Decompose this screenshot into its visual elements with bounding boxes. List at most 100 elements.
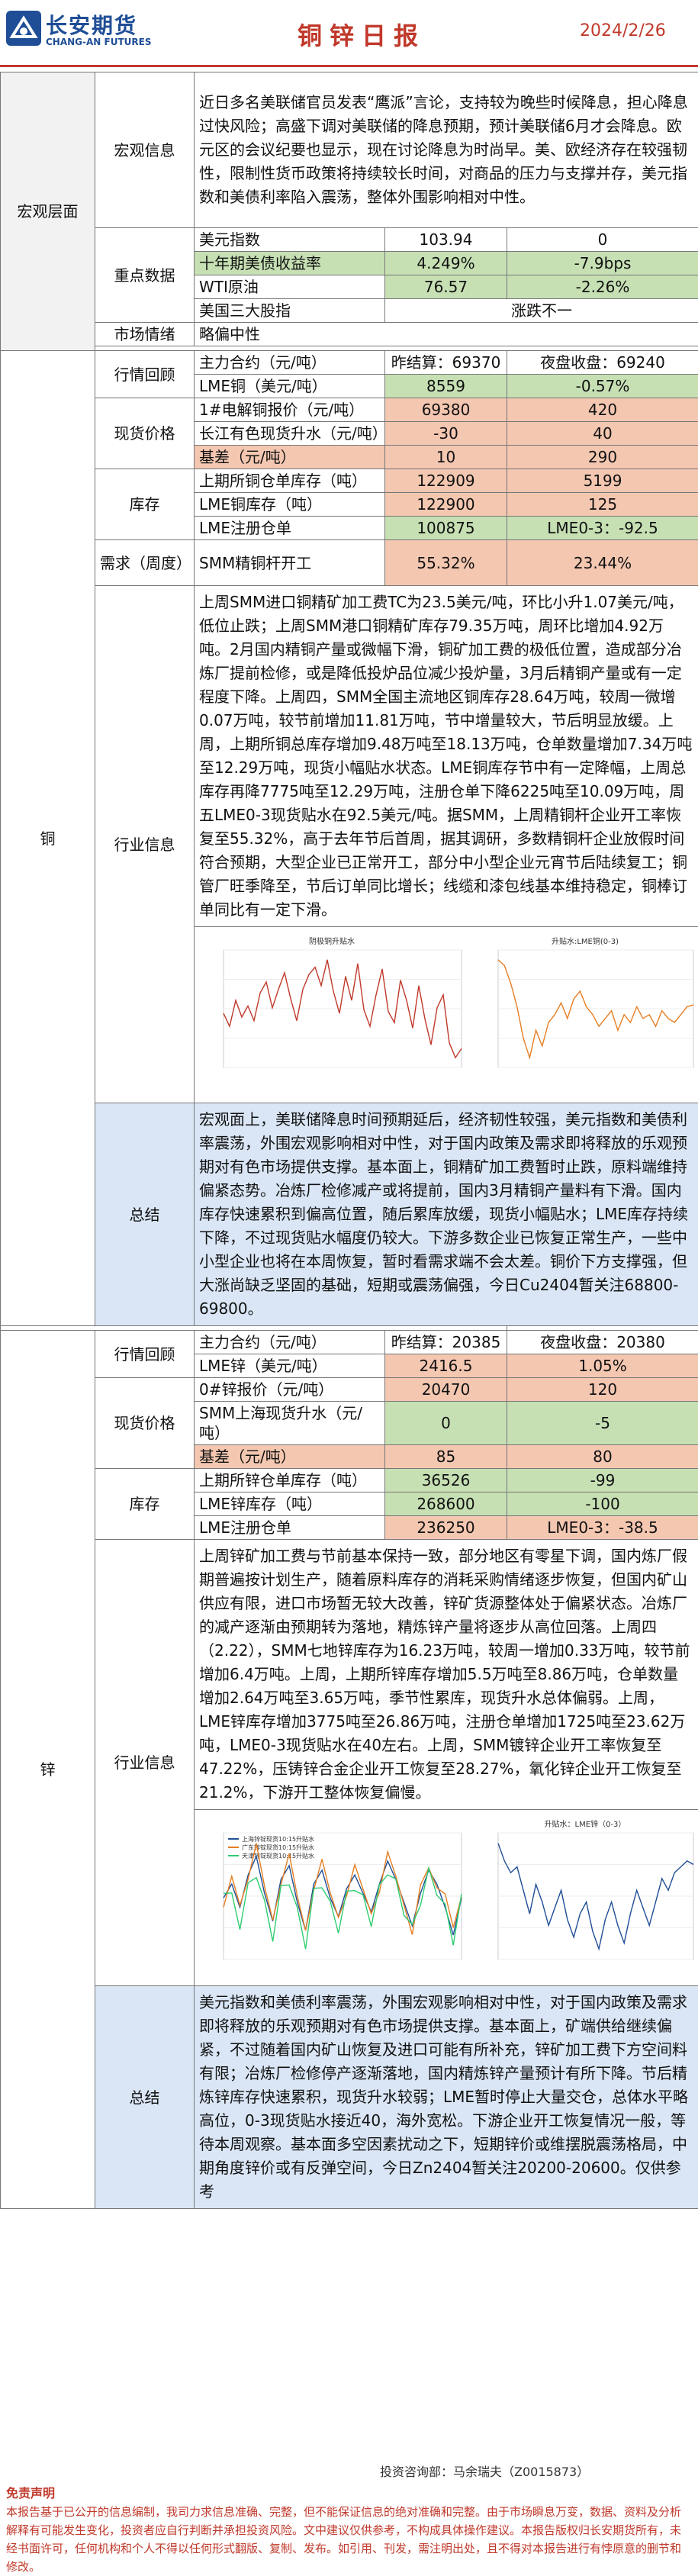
zinc-summary-label: 总结: [95, 1986, 195, 2209]
zinc-lme-spread-svg: 升贴水：LME锌（0-3）: [472, 1814, 698, 1990]
stock-row-change: LME0-3：-38.5: [507, 1516, 698, 1540]
zinc-summary-text: 美元指数和美债利率震荡，外围宏观影响相对中性，对于国内政策及需求即将释放的乐观预…: [195, 1986, 698, 2209]
main-close: 昨结算：20385: [385, 1331, 507, 1354]
zinc-premium-chart: 上海锌锭现货10:15升贴水广东锌锭现货10:15升贴水天津锌锭现货10:15升…: [198, 1814, 466, 1981]
logo-cn: 长安期货: [46, 9, 137, 40]
data-row-change: -2.26%: [507, 275, 698, 299]
data-row-label: 十年期美债收益率: [195, 252, 385, 275]
sentiment-value: 略偏中性: [195, 323, 698, 346]
sentiment-label: 市场情绪: [95, 323, 195, 346]
spot-row-value: 10: [385, 446, 507, 469]
stock-row-label: LME注册仓单: [195, 1516, 385, 1540]
lme-zinc-value: 2416.5: [385, 1354, 507, 1378]
copper-lme-spread-chart: 升贴水:LME铜(0-3): [472, 932, 698, 1098]
stock-row-value: 236250: [385, 1516, 507, 1540]
stock-row-change: -100: [507, 1492, 698, 1516]
report-title: 铜锌日报: [298, 17, 426, 52]
report-header: 长安期货 CHANG-AN FUTURES 铜锌日报 2024/2/26: [0, 0, 698, 67]
demand-row-change: 23.44%: [507, 540, 698, 586]
stock-row-label: LME铜库存（吨）: [195, 493, 385, 517]
chart-title: 阴极铜升贴水: [309, 936, 355, 946]
advisor-line: 投资咨询部：马余瑞夫（Z0015873）: [380, 2462, 589, 2480]
copper-premium-svg: 阴极铜升贴水: [198, 932, 466, 1098]
spot-row-value: 85: [385, 1445, 507, 1469]
zinc-industry-label: 行业信息: [95, 1540, 195, 1986]
main-close: 昨结算：69370: [385, 351, 507, 375]
copper-summary-label: 总结: [95, 1103, 195, 1326]
chart-title: 升贴水：LME锌（0-3）: [545, 1819, 626, 1829]
data-row-label: WTI原油: [195, 275, 385, 299]
data-row-value: 4.249%: [385, 252, 507, 275]
main-contract-label: 主力合约（元/吨）: [195, 1331, 385, 1354]
main-night: 夜盘收盘：69240: [507, 351, 698, 375]
spot-row-change: -5: [507, 1402, 698, 1445]
lme-copper-change: -0.57%: [507, 375, 698, 398]
main-contract-label: 主力合约（元/吨）: [195, 351, 385, 375]
disclaimer: 免责声明 本报告基于已公开的信息编制，我司力求信息准确、完整，但不能保证信息的绝…: [0, 2481, 698, 2564]
main-night: 夜盘收盘：20380: [507, 1331, 698, 1354]
spot-row-change: 290: [507, 446, 698, 469]
stock-row-label: 上期所铜仓单库存（吨）: [195, 469, 385, 493]
stock-row-change: 5199: [507, 469, 698, 493]
spot-row-value: 0: [385, 1402, 507, 1445]
copper-stock-label: 库存: [95, 469, 195, 540]
logo-en: CHANG-AN FUTURES: [46, 37, 151, 47]
data-row-change: -7.9bps: [507, 252, 698, 275]
chart-title: 升贴水:LME铜(0-3): [552, 936, 619, 946]
section-macro: 宏观层面: [1, 72, 95, 351]
key-data-label: 重点数据: [95, 228, 195, 323]
section-zinc: 锌: [1, 1331, 95, 2209]
copper-review-label: 行情回顾: [95, 351, 195, 398]
data-row-value: 103.94: [385, 228, 507, 252]
zinc-stock-label: 库存: [95, 1469, 195, 1540]
zinc-lme-spread-chart: 升贴水：LME锌（0-3）: [472, 1814, 698, 1981]
data-row-value: 涨跌不一: [385, 299, 698, 323]
copper-industry-label: 行业信息: [95, 586, 195, 1103]
zinc-premium-svg: 上海锌锭现货10:15升贴水广东锌锭现货10:15升贴水天津锌锭现货10:15升…: [198, 1814, 466, 1990]
legend-label: 广东锌锭现货10:15升贴水: [242, 1843, 314, 1851]
spot-row-change: 420: [507, 398, 698, 422]
spot-row-label: 基差（元/吨）: [195, 446, 385, 469]
legend-label: 上海锌锭现货10:15升贴水: [242, 1835, 314, 1843]
stock-row-change: LME0-3：-92.5: [507, 517, 698, 540]
stock-row-value: 122909: [385, 469, 507, 493]
stock-row-label: LME锌库存（吨）: [195, 1492, 385, 1516]
spot-row-label: 长江有色现货升水（元/吨）: [195, 422, 385, 446]
spot-row-change: 80: [507, 1445, 698, 1469]
spot-row-label: SMM上海现货升水（元/吨）: [195, 1402, 385, 1445]
lme-zinc-change: 1.05%: [507, 1354, 698, 1378]
stock-row-change: 125: [507, 493, 698, 517]
report-date: 2024/2/26: [580, 21, 666, 40]
zinc-review-label: 行情回顾: [95, 1331, 195, 1378]
copper-summary-text: 宏观面上，美联储降息时间预期延后，经济韧性较强，美元指数和美债利率震荡，外围宏观…: [195, 1103, 698, 1326]
spot-row-change: 40: [507, 422, 698, 446]
lme-zinc-label: LME锌（美元/吨）: [195, 1354, 385, 1378]
stock-row-value: 100875: [385, 517, 507, 540]
stock-row-change: -99: [507, 1469, 698, 1492]
copper-industry-text: 上周SMM进口铜精矿加工费TC为23.5美元/吨，环比小升1.07美元/吨，低位…: [195, 586, 698, 927]
stock-row-label: LME注册仓单: [195, 517, 385, 540]
spot-row-value: 20470: [385, 1378, 507, 1402]
spot-row-value: 69380: [385, 398, 507, 422]
zinc-industry-text: 上周锌矿加工费与节前基本保持一致，部分地区有零星下调，国内炼厂假期普遍按计划生产…: [195, 1540, 698, 1810]
data-row-label: 美国三大股指: [195, 299, 385, 323]
data-row-label: 美元指数: [195, 228, 385, 252]
spot-row-label: 基差（元/吨）: [195, 1445, 385, 1469]
stock-row-value: 268600: [385, 1492, 507, 1516]
section-copper: 铜: [1, 351, 95, 1326]
data-row-value: 76.57: [385, 275, 507, 299]
stock-row-value: 122900: [385, 493, 507, 517]
spot-row-change: 120: [507, 1378, 698, 1402]
company-logo: 长安期货 CHANG-AN FUTURES: [6, 8, 174, 61]
stock-row-label: 上期所锌仓单库存（吨）: [195, 1469, 385, 1492]
logo-mark-icon: [6, 11, 41, 46]
data-row-change: 0: [507, 228, 698, 252]
copper-demand-label: 需求（周度）: [95, 540, 195, 586]
disclaimer-title: 免责声明: [6, 2486, 55, 2500]
copper-spot-label: 现货价格: [95, 398, 195, 469]
demand-row-label: SMM精铜杆开工: [195, 540, 385, 586]
spot-row-value: -30: [385, 422, 507, 446]
spot-row-label: 1#电解铜报价（元/吨）: [195, 398, 385, 422]
lme-copper-value: 8559: [385, 375, 507, 398]
copper-lme-spread-svg: 升贴水:LME铜(0-3): [472, 932, 698, 1098]
